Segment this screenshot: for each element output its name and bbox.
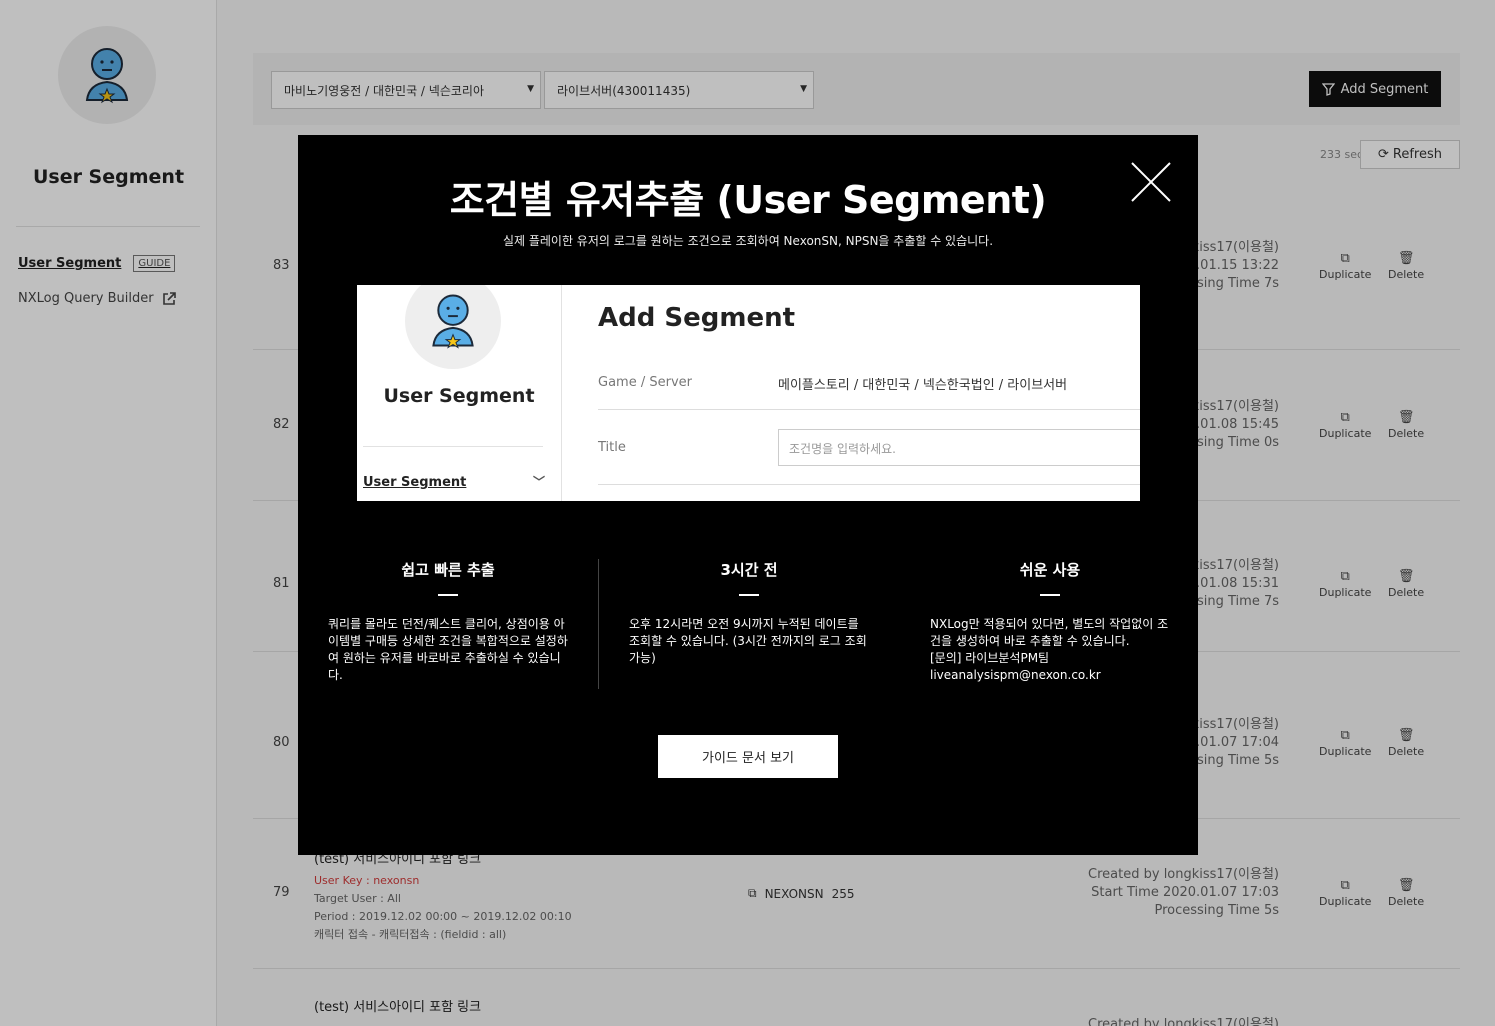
feature-email[interactable]: liveanalysispm@nexon.co.kr — [930, 667, 1170, 684]
preview-title-label: Title — [598, 440, 626, 455]
feature-three-hours: 3시간 전 오후 12시라면 오전 9시까지 누적된 데이트를 조회할 수 있습… — [629, 559, 869, 667]
preview-sidebar-title: User Segment — [383, 385, 535, 407]
feature-easy-fast: 쉽고 빠른 추출 쿼리를 몰라도 던전/퀘스트 클리어, 상점이용 아이템별 구… — [328, 559, 568, 684]
feature-contact: [문의] 라이브분석PM팀 — [930, 651, 1050, 665]
modal-title: 조건별 유저추출 (User Segment) — [449, 178, 1047, 222]
preview-divider — [363, 446, 543, 447]
preview-game-value: 메이플스토리 / 대한민국 / 넥슨한국법인 / 라이브서버 — [778, 378, 1068, 393]
preview-sidebar-item-label: User Segment — [363, 475, 467, 490]
feature-heading: 쉬운 사용 — [1019, 561, 1081, 579]
modal-subtitle: 실제 플레이한 유저의 로그를 원하는 조건으로 조회하여 NexonSN, N… — [502, 234, 994, 248]
guide-modal: 조건별 유저추출 (User Segment) 실제 플레이한 유저의 로그를 … — [298, 135, 1198, 855]
view-guide-button[interactable]: 가이드 문서 보기 — [658, 735, 838, 778]
feature-dash — [438, 594, 458, 596]
feature-body: 쿼리를 몰라도 던전/퀘스트 클리어, 상점이용 아이템별 구매등 상세한 조건… — [328, 617, 568, 682]
preview-sidebar-item: User Segment ﹀ — [363, 475, 545, 490]
feature-dash — [1040, 594, 1060, 596]
feature-body: 오후 12시라면 오전 9시까지 누적된 데이트를 조회할 수 있습니다. (3… — [629, 617, 867, 665]
preview-title-input: 조건명을 입력하세요. — [778, 429, 1140, 466]
preview-heading: Add Segment — [598, 303, 796, 333]
feature-heading: 쉽고 빠른 추출 — [401, 561, 495, 579]
feature-separator — [598, 559, 599, 689]
preview-divider — [598, 409, 1140, 410]
chevron-down-icon: ﹀ — [532, 475, 545, 489]
user-avatar-icon — [432, 294, 474, 349]
preview-game-label: Game / Server — [598, 375, 692, 390]
feature-body-text: NXLog만 적용되어 있다면, 별도의 작업없이 조건을 생성하여 바로 추출… — [930, 617, 1169, 648]
preview-divider-vertical — [561, 285, 562, 501]
feature-body: NXLog만 적용되어 있다면, 별도의 작업없이 조건을 생성하여 바로 추출… — [930, 616, 1170, 684]
feature-easy-use: 쉬운 사용 NXLog만 적용되어 있다면, 별도의 작업없이 조건을 생성하여… — [930, 559, 1170, 684]
feature-dash — [739, 594, 759, 596]
avatar — [405, 285, 501, 369]
feature-heading: 3시간 전 — [720, 561, 778, 579]
preview-image: User Segment User Segment ﹀ Add Segment … — [357, 285, 1140, 501]
preview-divider — [598, 484, 1140, 485]
